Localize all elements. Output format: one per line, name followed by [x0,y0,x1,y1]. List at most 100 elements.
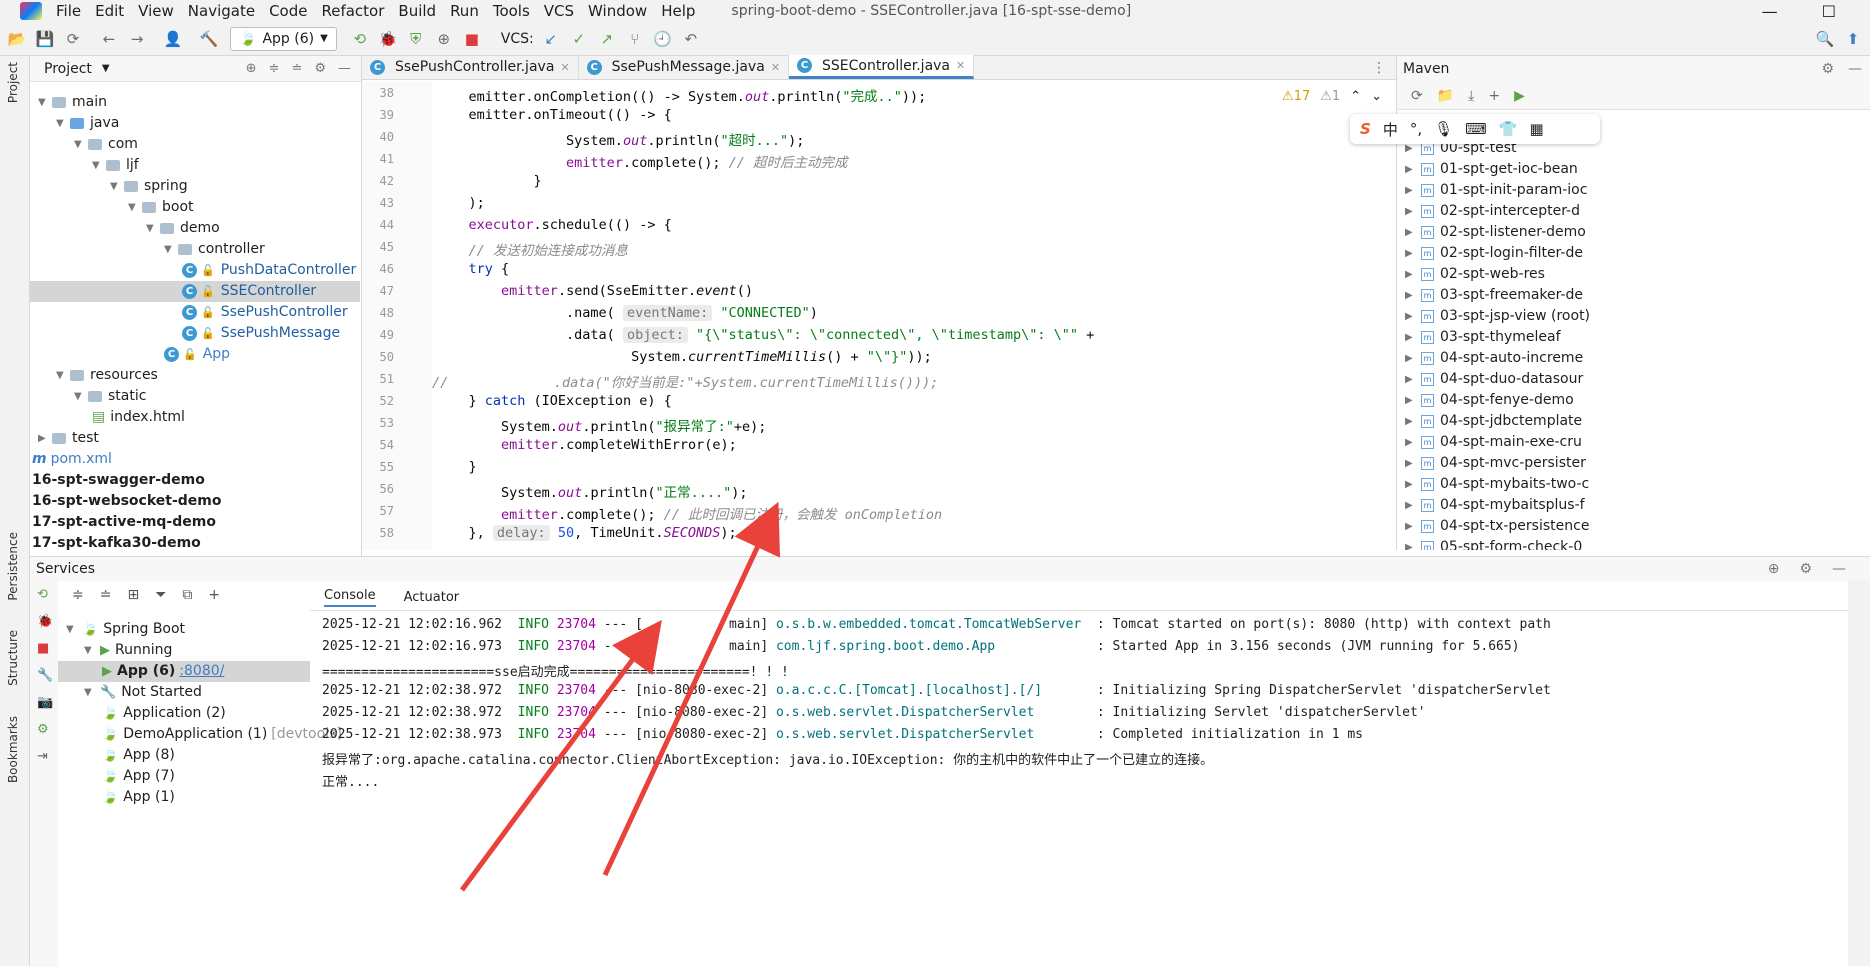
tree-item[interactable]: 17-spt-active-mq-demo [30,512,216,533]
maven-module[interactable]: ▶ m 01-spt-init-param-ioc [1405,180,1587,201]
close-icon[interactable]: ✕ [771,61,780,74]
ime-button[interactable]: ▦ [1530,120,1544,138]
gear-icon[interactable]: ⚙ [1799,561,1812,577]
reload-icon[interactable]: ⟳ [1411,88,1423,104]
ime-button[interactable]: 👕 [1499,120,1518,138]
chevron-right-icon[interactable]: ▶ [1405,159,1421,180]
run-configuration-select[interactable]: 🍃 App (6) ▼ [230,26,337,51]
maven-module[interactable]: ▶ m 03-spt-freemaker-de [1405,285,1583,306]
tree-item[interactable]: C 🔓 SsePushMessage [30,323,340,344]
chevron-right-icon[interactable]: ▶ [1405,474,1421,495]
code-editor[interactable]: 38 39 40 41 42 43 44 45 46 47 48 49 50 51 52 53 54 55 56 57… [362,81,1396,550]
maven-module[interactable]: ▶ m 03-spt-thymeleaf [1405,327,1561,348]
project-tool-tab[interactable]: Project [6,62,20,103]
chevron-right-icon[interactable]: ▶ [1405,516,1421,537]
tree-item[interactable]: ▼ static [30,386,146,407]
weak-warning-count[interactable]: ⚠1 [1320,89,1340,104]
stop-icon[interactable]: ■ [37,641,58,656]
chevron-icon[interactable]: ▼ [92,155,106,176]
download-icon[interactable]: ⤓ [1468,88,1474,104]
maven-module[interactable]: ▶ m 04-spt-fenye-demo [1405,390,1574,411]
maven-module[interactable]: ▶ m 04-spt-main-exe-cru [1405,432,1582,453]
tree-item[interactable]: ▼ spring [30,176,188,197]
menu-item[interactable]: Refactor [321,2,384,20]
ime-button[interactable]: 中 [1383,119,1398,140]
bookmarks-tool-tab[interactable]: Bookmarks [6,716,20,783]
search-icon[interactable]: 🔍 [1814,28,1836,50]
tree-item[interactable]: ▼ demo [30,218,220,239]
settings-bug-icon[interactable]: ⚙ [37,722,58,737]
maven-module[interactable]: ▶ m 02-spt-web-res [1405,264,1545,285]
group-icon[interactable]: ⊞ [127,587,139,603]
collapse-all-icon[interactable]: ≐ [291,61,302,76]
chevron-icon[interactable]: ▼ [74,386,88,407]
coverage-icon[interactable]: ⛨ [405,28,427,50]
menu-item[interactable]: File [56,2,81,20]
menu-item[interactable]: Tools [493,2,530,20]
close-icon[interactable]: ✕ [956,59,965,72]
save-all-icon[interactable]: 💾 [34,28,56,50]
add-folder-icon[interactable]: 📁 [1437,88,1454,104]
gear-icon[interactable]: ⚙ [1821,61,1834,77]
menu-item[interactable]: VCS [544,2,574,20]
chevron-icon[interactable]: ▼ [164,239,178,260]
chevron-right-icon[interactable]: ▶ [1405,453,1421,474]
maven-module[interactable]: ▶ m 03-spt-jsp-view (root) [1405,306,1590,327]
maven-module[interactable]: ▶ m 01-spt-get-ioc-bean [1405,159,1578,180]
tree-item[interactable]: m pom.xml [30,449,112,470]
add-service-icon[interactable]: + [208,587,220,603]
chevron-icon[interactable]: ▼ [128,197,142,218]
chevron-down-icon[interactable]: ⌄ [1371,89,1382,104]
vcs-history-icon[interactable]: 🕘 [652,28,674,50]
collapse-all-icon[interactable]: ≐ [100,587,112,603]
maven-module[interactable]: ▶ m 02-spt-listener-demo [1405,222,1586,243]
login-icon[interactable]: ⇥ [37,749,58,764]
expand-all-icon[interactable]: ≑ [72,587,84,603]
chevron-right-icon[interactable]: ▶ [1405,243,1421,264]
tree-item[interactable]: C 🔓 App [30,344,230,365]
chevron-down-icon[interactable]: ▼ [84,682,100,703]
chevron-icon[interactable]: ▼ [56,113,70,134]
chevron-right-icon[interactable]: ▶ [1405,369,1421,390]
vcs-merge-icon[interactable]: ⑂ [624,28,646,50]
debug-icon[interactable]: 🐞 [377,28,399,50]
stop-icon[interactable]: ■ [461,28,483,50]
vcs-commit-icon[interactable]: ✓ [568,28,590,50]
hide-icon[interactable]: — [1832,561,1846,577]
run-icon[interactable]: ▶ [1514,88,1525,104]
chevron-right-icon[interactable]: ▶ [1405,180,1421,201]
persistence-tool-tab[interactable]: Persistence [6,532,20,601]
console-tab[interactable]: Console [324,588,376,607]
chevron-icon[interactable]: ▼ [38,92,52,113]
service-item[interactable]: ▶ App (6):8080/ [58,661,310,682]
chevron-icon[interactable]: ▼ [110,176,124,197]
ime-button[interactable]: 🎙 [1434,120,1453,138]
maven-module[interactable]: ▶ m 04-spt-jdbctemplate [1405,411,1582,432]
forward-icon[interactable]: → [126,28,148,50]
chevron-right-icon[interactable]: ▶ [1405,348,1421,369]
tree-item[interactable]: ▼ java [30,113,119,134]
maven-module[interactable]: ▶ m 04-spt-mybaits-two-c [1405,474,1589,495]
chevron-right-icon[interactable]: ▶ [1405,411,1421,432]
inspection-widget[interactable]: ⚠17 ⚠1 ⌃ ⌄ [1282,89,1382,104]
maven-module[interactable]: ▶ m 05-spt-form-check-0 [1405,537,1582,550]
chevron-icon[interactable]: ▼ [146,218,160,239]
editor-tab[interactable]: C SSEController.java ✕ [789,55,975,79]
service-item[interactable]: 🍃 Application (2) [58,703,226,724]
chevron-right-icon[interactable]: ▶ [1405,537,1421,550]
chevron-right-icon[interactable]: ▶ [1405,495,1421,516]
rerun-icon[interactable]: ⟲ [37,587,58,602]
tree-item[interactable]: ▼ ljf [30,155,139,176]
vcs-push-icon[interactable]: ↗ [596,28,618,50]
chevron-right-icon[interactable]: ▶ [1405,201,1421,222]
service-item[interactable]: 🍃 App (1) [58,787,175,808]
tree-item[interactable]: ▼ com [30,134,138,155]
menu-item[interactable]: View [138,2,174,20]
tree-item[interactable]: 17-spt-kafka30-demo [30,533,201,554]
more-icon[interactable]: ⋮ [1372,60,1386,76]
wrench-icon[interactable]: 🔧 [37,668,58,683]
ime-toolbar[interactable]: S 中 °, 🎙 ⌨ 👕 ▦ [1350,114,1600,144]
menu-item[interactable]: Help [661,2,695,20]
camera-icon[interactable]: 📷 [37,695,58,710]
service-item[interactable]: 🍃 App (7) [58,766,175,787]
